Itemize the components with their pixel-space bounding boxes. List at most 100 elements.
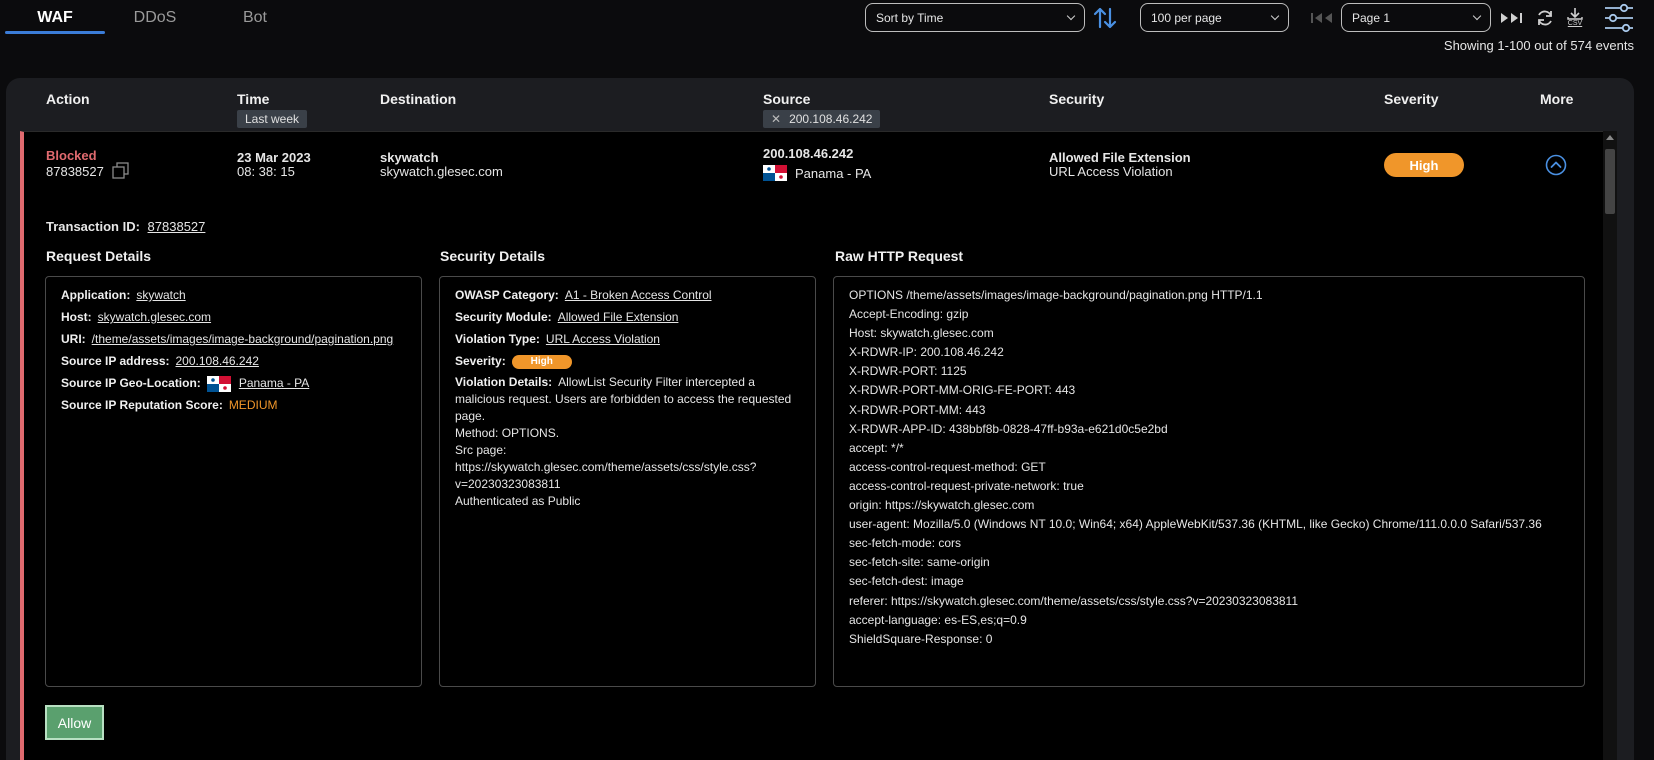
violation-type-link[interactable]: URL Access Violation — [546, 332, 660, 346]
request-details-list: Application: skywatch Host: skywatch.glese… — [61, 284, 393, 416]
chevron-down-icon — [1472, 11, 1482, 21]
raw-request-line: accept: */* — [849, 440, 904, 455]
geo-location-label: Source IP Geo-Location: — [61, 376, 201, 390]
header-severity[interactable]: Severity — [1384, 91, 1438, 107]
raw-request-line: origin: https://skywatch.glesec.com — [849, 498, 1035, 513]
source-location-label: Panama - PA — [795, 165, 872, 181]
raw-request-line: access-control-request-private-network: … — [849, 478, 1084, 493]
security-module: Allowed File Extension — [1049, 150, 1191, 165]
violation-details-text: v=20230323083811 — [455, 477, 561, 491]
page-select-value: Page 1 — [1352, 10, 1391, 25]
sort-direction-icon[interactable] — [1090, 3, 1120, 32]
geo-location-row: Source IP Geo-Location: Panama - PA — [61, 372, 393, 394]
transaction-id-link[interactable]: 87838527 — [148, 219, 206, 234]
time-filter-chip[interactable]: Last week — [237, 110, 308, 128]
security-module-row: Security Module: Allowed File Extension — [455, 306, 805, 328]
uri-row: URI: /theme/assets/images/image-backgroun… — [61, 328, 393, 350]
transaction-id-row: Transaction ID: 87838527 — [46, 219, 205, 234]
header-source[interactable]: Source — [763, 91, 810, 107]
violation-details-text: AllowList Security Filter intercepted a — [558, 375, 755, 389]
owasp-link[interactable]: A1 - Broken Access Control — [565, 288, 712, 302]
sort-select-value: Sort by Time — [876, 10, 944, 25]
raw-request-line: Accept-Encoding: gzip — [849, 307, 969, 322]
header-destination[interactable]: Destination — [380, 91, 456, 107]
source-ip-link[interactable]: 200.108.46.242 — [176, 354, 259, 368]
request-details-box: Application: skywatch Host: skywatch.glese… — [45, 276, 422, 687]
raw-request-line: sec-fetch-site: same-origin — [849, 555, 990, 570]
request-details-title: Request Details — [46, 248, 152, 264]
violation-details-text: Method: OPTIONS. — [455, 426, 560, 440]
source-ip-row: Source IP address: 200.108.46.242 — [61, 350, 393, 372]
host-link[interactable]: skywatch.glesec.com — [98, 310, 211, 324]
host-row: Host: skywatch.glesec.com — [61, 306, 393, 328]
header-security[interactable]: Security — [1049, 91, 1104, 107]
per-page-value: 100 per page — [1151, 10, 1222, 25]
transaction-id-label: Transaction ID: — [46, 219, 140, 234]
reputation-label: Source IP Reputation Score: — [61, 398, 223, 412]
reputation-row: Source IP Reputation Score: MEDIUM — [61, 394, 393, 416]
geo-location-link[interactable]: Panama - PA — [239, 376, 309, 390]
csv-label: CSV — [1567, 20, 1583, 27]
header-time[interactable]: Time — [237, 91, 269, 107]
security-details-list: OWASP Category: A1 - Broken Access Contro… — [455, 284, 805, 510]
action-status: Blocked — [46, 148, 97, 163]
security-module-link[interactable]: Allowed File Extension — [558, 310, 679, 324]
violation-details-text: Authenticated as Public — [455, 494, 581, 508]
raw-request-line: Host: skywatch.glesec.com — [849, 326, 994, 341]
raw-request-line: X-RDWR-PORT-MM: 443 — [849, 402, 986, 417]
source-ip-label: Source IP address: — [61, 354, 170, 368]
raw-request-line: X-RDWR-PORT: 1125 — [849, 364, 967, 379]
application-link[interactable]: skywatch — [136, 288, 185, 302]
severity-mini-badge: High — [511, 354, 572, 369]
close-icon[interactable]: ✕ — [771, 112, 781, 126]
event-date: 23 Mar 2023 — [237, 150, 311, 165]
settings-sliders-icon[interactable] — [1602, 2, 1636, 34]
page-select[interactable]: Page 1 — [1341, 3, 1491, 32]
tab-bot[interactable]: Bot — [205, 0, 305, 36]
raw-request-line: user-agent: Mozilla/5.0 (Windows NT 10.0… — [849, 517, 1542, 532]
copy-icon[interactable] — [111, 162, 131, 180]
source-location: Panama - PA — [763, 165, 871, 181]
csv-download-icon[interactable]: CSV — [1563, 4, 1587, 32]
violation-type-row: Violation Type: URL Access Violation — [455, 328, 805, 350]
uri-link[interactable]: /theme/assets/images/image-background/pa… — [92, 332, 394, 346]
owasp-label: OWASP Category: — [455, 288, 559, 302]
header-more: More — [1540, 91, 1574, 107]
raw-http-request-title: Raw HTTP Request — [835, 248, 964, 264]
per-page-select[interactable]: 100 per page — [1140, 3, 1289, 32]
results-count: Showing 1-100 out of 574 events — [1443, 38, 1634, 53]
security-details-box: OWASP Category: A1 - Broken Access Contro… — [439, 276, 816, 687]
tab-waf[interactable]: WAF — [5, 0, 105, 36]
header-action[interactable]: Action — [46, 91, 90, 107]
first-page-icon[interactable] — [1309, 9, 1337, 27]
raw-request-line: X-RDWR-PORT-MM-ORIG-FE-PORT: 443 — [849, 383, 1076, 398]
scrollbar-thumb[interactable] — [1605, 149, 1615, 214]
refresh-icon[interactable] — [1533, 6, 1557, 30]
host-label: Host: — [61, 310, 92, 324]
panama-flag-icon — [206, 375, 231, 392]
violation-details-line: Violation Details: AllowList Security Fil… — [455, 374, 805, 391]
raw-http-request-box: OPTIONS /theme/assets/images/image-backg… — [833, 276, 1585, 687]
security-details-title: Security Details — [440, 248, 546, 264]
violation-details-text: malicious request. Users are forbidden t… — [455, 392, 792, 406]
source-filter-chip[interactable]: ✕ 200.108.46.242 — [763, 110, 881, 128]
uri-label: URI: — [61, 332, 86, 346]
tab-ddos[interactable]: DDoS — [105, 0, 205, 36]
last-page-icon[interactable] — [1497, 9, 1525, 27]
violation-details-text: https://skywatch.glesec.com/theme/assets… — [455, 460, 757, 474]
violation-details: Violation Details: AllowList Security Fil… — [455, 374, 805, 510]
scroll-up-icon[interactable] — [1606, 135, 1614, 140]
allow-button[interactable]: Allow — [45, 705, 104, 740]
collapse-icon[interactable] — [1545, 154, 1567, 176]
sort-select[interactable]: Sort by Time — [865, 3, 1085, 32]
violation-details-text: Src page: — [455, 443, 507, 457]
raw-request-line: sec-fetch-dest: image — [849, 574, 964, 589]
chevron-down-icon — [1066, 11, 1076, 21]
owasp-row: OWASP Category: A1 - Broken Access Contro… — [455, 284, 805, 306]
scrollbar[interactable] — [1603, 131, 1617, 760]
application-label: Application: — [61, 288, 131, 302]
raw-request-line: OPTIONS /theme/assets/images/image-backg… — [849, 288, 1263, 302]
violation-type-label: Violation Type: — [455, 332, 540, 346]
violation-details-label: Violation Details: — [455, 375, 553, 389]
event-id: 87838527 — [46, 164, 104, 179]
